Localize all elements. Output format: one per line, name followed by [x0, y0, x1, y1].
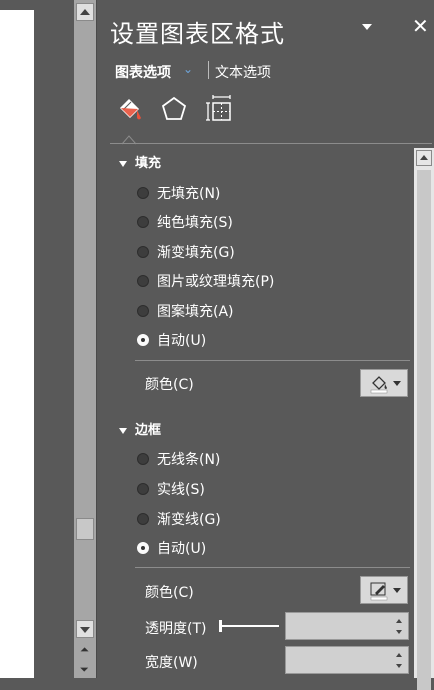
- fill-option-pattern[interactable]: 图案填充(A): [137, 301, 234, 321]
- separator: [135, 567, 410, 568]
- option-label: 渐变填充(G): [157, 245, 235, 261]
- scroll-up-button[interactable]: [76, 3, 94, 21]
- radio-button[interactable]: [137, 305, 149, 317]
- collapse-triangle-icon: [119, 160, 127, 167]
- pane-scrollbar[interactable]: [414, 148, 434, 690]
- tab-chart-options[interactable]: 图表选项: [115, 62, 171, 82]
- size-properties-icon[interactable]: [205, 94, 235, 124]
- radio-button[interactable]: [137, 453, 149, 465]
- radio-button[interactable]: [137, 216, 149, 228]
- chevron-down-icon: [393, 588, 401, 593]
- width-label: 宽度(W): [145, 655, 198, 671]
- fill-bucket-icon[interactable]: [115, 94, 145, 124]
- arrow-down-icon: [80, 627, 90, 633]
- width-spinner[interactable]: [285, 646, 409, 674]
- border-color-label: 颜色(C): [145, 585, 194, 601]
- border-option-auto[interactable]: 自动(U): [137, 538, 206, 558]
- arrow-up-icon: [420, 155, 428, 160]
- tab-text-options[interactable]: 文本选项: [215, 62, 271, 82]
- previous-page-icon[interactable]: ⏶: [80, 644, 89, 655]
- option-label: 渐变线(G): [157, 512, 221, 528]
- border-heading: 边框: [135, 423, 162, 438]
- border-option-gradient[interactable]: 渐变线(G): [137, 509, 221, 529]
- option-label: 无线条(N): [157, 452, 221, 468]
- chevron-down-icon[interactable]: ⌄: [183, 62, 193, 76]
- fill-section-header[interactable]: 填充: [119, 152, 161, 171]
- fill-color-icon: [370, 376, 388, 394]
- arrow-up-icon: [80, 9, 90, 15]
- fill-color-label: 颜色(C): [145, 377, 194, 393]
- pane-title: 设置图表区格式: [110, 20, 285, 48]
- radio-button[interactable]: [137, 246, 149, 258]
- spin-down-icon[interactable]: [396, 664, 402, 668]
- transparency-label: 透明度(T): [145, 621, 207, 637]
- document-area: [0, 0, 36, 678]
- option-label: 无填充(N): [157, 186, 221, 202]
- pentagon-icon[interactable]: [159, 94, 189, 124]
- fill-option-auto[interactable]: 自动(U): [137, 330, 206, 350]
- document-page: [0, 10, 34, 678]
- fill-heading: 填充: [135, 156, 162, 171]
- option-label: 图片或纹理填充(P): [157, 274, 275, 290]
- fill-option-gradient[interactable]: 渐变填充(G): [137, 242, 235, 262]
- scroll-thumb[interactable]: [76, 518, 94, 540]
- separator: [135, 360, 410, 361]
- radio-button[interactable]: [137, 275, 149, 287]
- pen-icon: [370, 582, 388, 601]
- tab-separator: [208, 61, 209, 79]
- transparency-spinner[interactable]: [285, 612, 409, 640]
- fill-option-none[interactable]: 无填充(N): [137, 183, 220, 203]
- close-icon[interactable]: ✕: [412, 14, 429, 38]
- options-list: 填充 无填充(N) 纯色填充(S) 渐变填充(G) 图片或纹理填充(P) 图案填…: [97, 144, 414, 678]
- scroll-down-button[interactable]: [76, 620, 94, 638]
- collapse-triangle-icon: [119, 427, 127, 434]
- format-chart-area-pane: 设置图表区格式 ✕ 图表选项 ⌄ 文本选项 填充 无填充(N) 纯色填充(S) …: [97, 0, 434, 690]
- next-page-icon[interactable]: ⏷: [80, 664, 89, 675]
- border-option-none[interactable]: 无线条(N): [137, 449, 220, 469]
- pane-options-dropdown-icon[interactable]: [362, 24, 372, 30]
- pane-scroll-thumb[interactable]: [417, 170, 431, 690]
- radio-button-selected[interactable]: [137, 334, 149, 346]
- document-scrollbar[interactable]: ⏶ ⏷: [74, 0, 96, 678]
- radio-button[interactable]: [137, 483, 149, 495]
- border-color-button[interactable]: [360, 576, 408, 604]
- spin-up-icon[interactable]: [396, 619, 402, 623]
- border-section-header[interactable]: 边框: [119, 419, 161, 438]
- radio-button[interactable]: [137, 513, 149, 525]
- transparency-slider[interactable]: [219, 625, 279, 627]
- option-label: 纯色填充(S): [157, 215, 233, 231]
- spin-down-icon[interactable]: [396, 630, 402, 634]
- option-label: 图案填充(A): [157, 304, 234, 320]
- spin-up-icon[interactable]: [396, 653, 402, 657]
- chevron-down-icon: [393, 381, 401, 386]
- fill-option-solid[interactable]: 纯色填充(S): [137, 212, 233, 232]
- radio-button-selected[interactable]: [137, 542, 149, 554]
- fill-color-button[interactable]: [360, 369, 408, 397]
- option-label: 实线(S): [157, 482, 205, 498]
- option-label: 自动(U): [157, 541, 207, 557]
- radio-button[interactable]: [137, 187, 149, 199]
- fill-option-picture[interactable]: 图片或纹理填充(P): [137, 271, 274, 291]
- option-label: 自动(U): [157, 333, 207, 349]
- border-option-solid[interactable]: 实线(S): [137, 479, 205, 499]
- pane-scroll-up-button[interactable]: [416, 150, 432, 166]
